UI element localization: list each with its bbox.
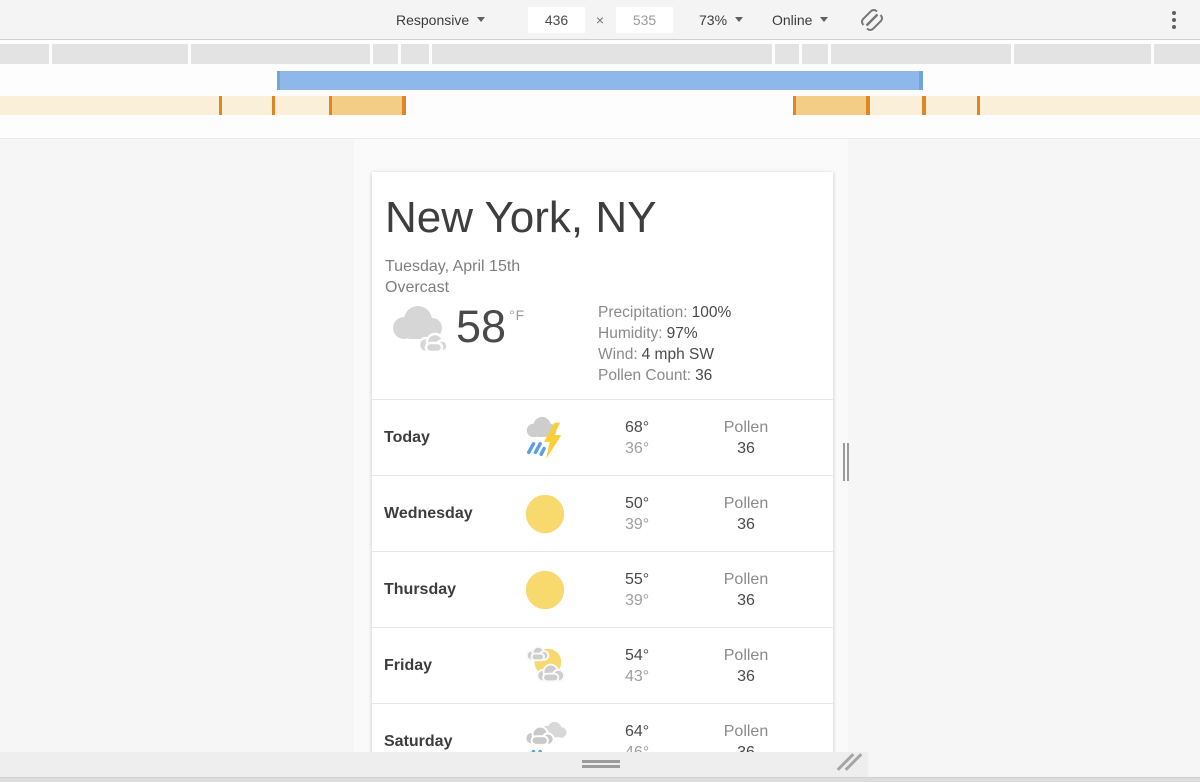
- window-bottom-edge: [0, 777, 1200, 782]
- media-query-bar-max-width: [0, 96, 1200, 115]
- device-type-label: Responsive: [396, 12, 469, 28]
- forecast-temps: 55°39°: [588, 569, 680, 611]
- forecast-pollen: Pollen36: [680, 645, 812, 687]
- media-query-segment-medium[interactable]: [796, 96, 866, 115]
- emulated-viewport: New York, NY Tuesday, April 15th Overcas…: [354, 139, 848, 752]
- forecast-temps: 68°36°: [588, 417, 680, 459]
- sunny-icon: [522, 567, 568, 613]
- dimension-separator: ×: [592, 0, 608, 39]
- forecast-row-saturday: Saturday 64°46° Pollen36: [372, 704, 833, 752]
- viewport-bottom-resize-handle[interactable]: [582, 760, 620, 769]
- ruler-block: [1154, 44, 1200, 64]
- forecast-temps: 64°46°: [588, 721, 680, 753]
- forecast-day-label: Wednesday: [372, 505, 502, 523]
- current-temperature: 58°F: [456, 302, 525, 362]
- detail-precipitation: Precipitation:100%: [598, 302, 731, 323]
- forecast-day-label: Friday: [372, 657, 502, 675]
- thunderstorm-icon: [522, 415, 568, 461]
- ruler-block: [432, 44, 772, 64]
- forecast-pollen: Pollen36: [680, 417, 812, 459]
- forecast-row-thursday: Thursday 55°39° Pollen36: [372, 552, 833, 628]
- rain-icon: [522, 719, 568, 753]
- forecast-day-label: Today: [372, 429, 502, 447]
- device-canvas: New York, NY Tuesday, April 15th Overcas…: [0, 139, 1200, 782]
- chevron-down-icon: [820, 17, 828, 22]
- viewport-height-input[interactable]: 535: [616, 7, 673, 33]
- media-query-segment-medium[interactable]: [332, 96, 402, 115]
- viewport-right-resize-handle[interactable]: [843, 443, 853, 481]
- ruler-block: [191, 44, 370, 64]
- chevron-down-icon: [477, 17, 485, 22]
- ruler-block: [52, 44, 188, 64]
- ruler-block: [373, 44, 398, 64]
- canvas-lower-strip: [0, 752, 868, 777]
- network-throttling-select[interactable]: Online: [772, 0, 828, 39]
- detail-wind: Wind:4 mph SW: [598, 344, 731, 365]
- weather-details-list: Precipitation:100% Humidity:97% Wind:4 m…: [598, 302, 731, 386]
- forecast-row-wednesday: Wednesday 50°39° Pollen36: [372, 476, 833, 552]
- forecast-list: Today 68°36° Pollen36 Wednesday 50°39° P…: [372, 399, 833, 752]
- forecast-day-label: Saturday: [372, 733, 502, 751]
- forecast-pollen: Pollen36: [680, 569, 812, 611]
- detail-humidity: Humidity:97%: [598, 323, 731, 344]
- ruler-block: [831, 44, 1011, 64]
- vertical-ellipsis-menu-icon[interactable]: [1162, 9, 1186, 31]
- media-query-bars-area: [0, 40, 1200, 139]
- forecast-temps: 50°39°: [588, 493, 680, 535]
- forecast-temps: 54°43°: [588, 645, 680, 687]
- device-type-select[interactable]: Responsive: [396, 0, 485, 39]
- devtools-device-emulation-screen: Responsive 436 × 535 73% Online: [0, 0, 1200, 782]
- rotate-viewport-icon[interactable]: [860, 8, 884, 32]
- forecast-day-label: Thursday: [372, 581, 502, 599]
- media-query-segment-light[interactable]: [980, 96, 1200, 115]
- zoom-level-label: 73%: [699, 12, 727, 28]
- throttling-label: Online: [772, 12, 812, 28]
- viewport-width-input[interactable]: 436: [528, 7, 585, 33]
- media-query-segment-light[interactable]: [275, 96, 329, 115]
- media-query-segment-light[interactable]: [926, 96, 977, 115]
- forecast-row-friday: Friday 54°43° Pollen36: [372, 628, 833, 704]
- detail-pollen-count: Pollen Count:36: [598, 365, 731, 386]
- chevron-down-icon: [735, 17, 743, 22]
- ruler-block: [775, 44, 799, 64]
- clouds-icon: [388, 302, 450, 356]
- forecast-row-today: Today 68°36° Pollen36: [372, 400, 833, 476]
- current-condition: Overcast: [385, 277, 833, 298]
- device-ruler: [0, 44, 1200, 64]
- current-conditions: 58°F Precipitation:100% Humidity:97% Win…: [372, 302, 833, 388]
- ruler-block: [401, 44, 429, 64]
- partly-cloudy-icon: [522, 643, 568, 689]
- ruler-block: [1014, 44, 1151, 64]
- page-title: New York, NY: [385, 192, 819, 244]
- temperature-unit: °F: [509, 307, 525, 323]
- media-query-segment-light[interactable]: [870, 96, 922, 115]
- device-toolbar: Responsive 436 × 535 73% Online: [0, 0, 1200, 40]
- media-query-segment-light[interactable]: [0, 96, 219, 115]
- media-query-segment-light[interactable]: [222, 96, 272, 115]
- forecast-pollen: Pollen36: [680, 493, 812, 535]
- viewport-corner-resize-handle[interactable]: [836, 749, 864, 775]
- ruler-block: [0, 44, 49, 64]
- weather-card: New York, NY Tuesday, April 15th Overcas…: [372, 172, 833, 752]
- media-query-bar-min-width[interactable]: [277, 71, 923, 90]
- current-date: Tuesday, April 15th: [385, 256, 833, 277]
- ruler-block: [802, 44, 828, 64]
- forecast-pollen: Pollen36: [680, 721, 812, 753]
- media-query-segment-divider: [402, 96, 406, 115]
- sunny-icon: [522, 491, 568, 537]
- zoom-select[interactable]: 73%: [699, 0, 743, 39]
